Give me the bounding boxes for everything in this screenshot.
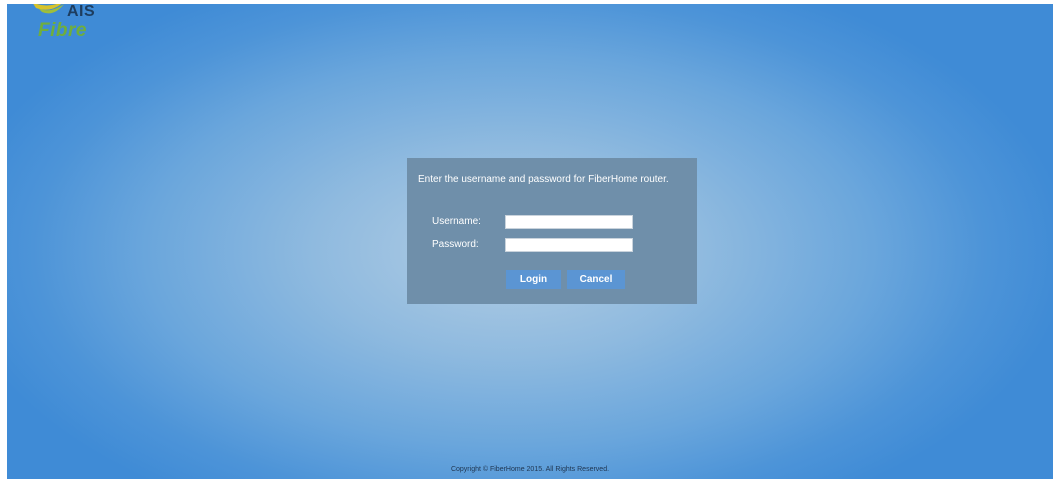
login-button[interactable]: Login (506, 270, 561, 289)
brand-logo: AIS Fibre (22, 4, 112, 50)
page-background: AIS Fibre Enter the username and passwor… (7, 4, 1053, 479)
logo-ais-text: AIS (67, 4, 96, 20)
copyright-footer: Copyright © FiberHome 2015. All Rights R… (450, 466, 610, 473)
login-prompt: Enter the username and password for Fibe… (418, 174, 669, 185)
username-label: Username: (432, 216, 481, 227)
password-label: Password: (432, 239, 479, 250)
cancel-button[interactable]: Cancel (567, 270, 625, 289)
logo-fibre-text: Fibre (38, 20, 87, 41)
login-panel: Enter the username and password for Fibe… (407, 158, 697, 304)
swoosh-icon (33, 4, 64, 14)
password-input[interactable] (505, 238, 633, 252)
username-input[interactable] (505, 215, 633, 229)
